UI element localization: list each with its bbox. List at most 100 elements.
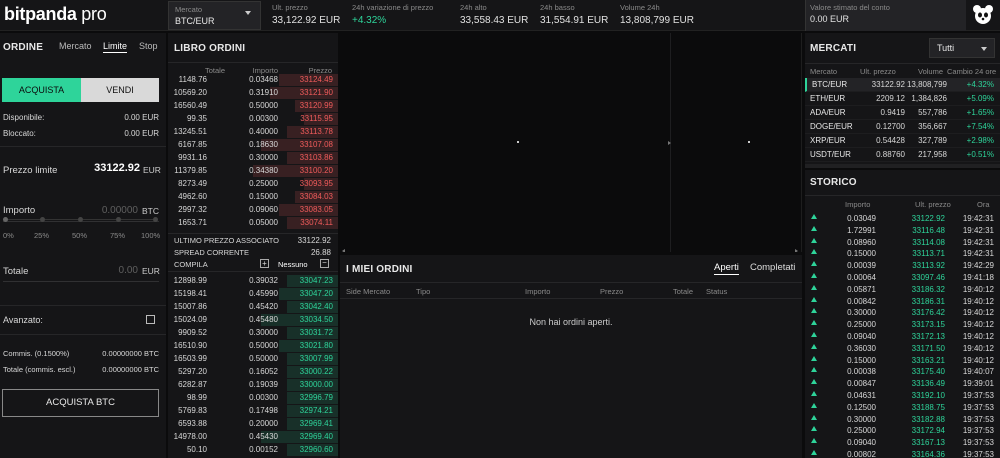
order-book-row[interactable]: 6593.88 0.20000 32969.41 [168, 418, 338, 431]
order-book-row[interactable]: 16510.90 0.50000 33021.80 [168, 340, 338, 353]
ticker-stat-label: Ult. prezzo [272, 3, 308, 12]
history-row[interactable]: 0.00847 33136.49 19:39:01 [805, 378, 1000, 390]
tab-limit[interactable]: Limite [103, 41, 128, 53]
history-row[interactable]: 0.00038 33175.40 19:40:07 [805, 366, 1000, 378]
trade-amount: 0.00847 [847, 379, 876, 389]
brand-logo[interactable]: bitpanda pro [4, 4, 107, 25]
total-unit: EUR [142, 266, 160, 276]
order-book-row[interactable]: 8273.49 0.25000 33093.95 [168, 178, 338, 191]
order-book-row[interactable]: 5297.20 0.16052 33000.22 [168, 366, 338, 379]
order-book-row[interactable]: 5769.83 0.17498 32974.21 [168, 405, 338, 418]
slider-stop-50[interactable] [78, 217, 83, 222]
order-book-row[interactable]: 50.10 0.00152 32960.60 [168, 444, 338, 457]
order-book-row[interactable]: 1653.71 0.05000 33074.11 [168, 217, 338, 230]
market-row[interactable]: USDT/EUR 0.88760 217,958 +0.51% [805, 148, 1000, 162]
market-row[interactable]: XRP/EUR 0.54428 327,789 +2.98% [805, 134, 1000, 148]
history-row[interactable]: 0.15000 33113.71 19:42:31 [805, 248, 1000, 260]
tab-stop[interactable]: Stop [139, 41, 158, 51]
tab-open-orders[interactable]: Aperti [714, 262, 739, 275]
row-price: 32969.41 [299, 419, 333, 428]
history-row[interactable]: 0.00842 33186.31 19:40:12 [805, 296, 1000, 308]
limit-price-input[interactable]: 33122.92 [70, 162, 140, 176]
market-row[interactable]: BTC/EUR 33122.92 13,808,799 +4.32% [805, 78, 1000, 92]
market-row[interactable]: ETH/EUR 2209.12 1,384,826 +5.09% [805, 92, 1000, 106]
history-row[interactable]: 0.00039 33113.92 19:42:29 [805, 260, 1000, 272]
advanced-checkbox[interactable] [146, 315, 155, 324]
history-row[interactable]: 0.25000 33172.94 19:37:53 [805, 425, 1000, 437]
limit-price-unit: EUR [143, 165, 161, 175]
history-row[interactable]: 0.25000 33173.15 19:40:12 [805, 319, 1000, 331]
plus-icon[interactable]: + [260, 259, 269, 268]
market-volume: 557,786 [918, 108, 947, 117]
market-last-price: 0.88760 [876, 150, 905, 159]
history-row[interactable]: 0.30000 33176.42 19:40:12 [805, 307, 1000, 319]
buy-btc-button[interactable]: ACQUISTA BTC [2, 389, 159, 417]
history-row[interactable]: 0.05871 33186.32 19:40:12 [805, 284, 1000, 296]
slider-stop-75[interactable] [116, 217, 121, 222]
order-book-row[interactable]: 10569.20 0.31910 33121.90 [168, 87, 338, 100]
order-book-row[interactable]: 15024.09 0.45480 33034.50 [168, 314, 338, 327]
row-amount: 0.00300 [249, 114, 278, 123]
order-book-row[interactable]: 9909.52 0.30000 33031.72 [168, 327, 338, 340]
market-selector[interactable]: Mercato BTC/EUR [168, 1, 261, 30]
order-book-row[interactable]: 6282.87 0.19039 33000.00 [168, 379, 338, 392]
history-row[interactable]: 1.72991 33116.48 19:42:31 [805, 225, 1000, 237]
blocked-value: 0.00 EUR [124, 129, 159, 138]
order-book-row[interactable]: 4962.60 0.15000 33084.03 [168, 191, 338, 204]
tab-market[interactable]: Mercato [59, 41, 92, 51]
brand-name: bitpanda [4, 4, 77, 24]
minus-icon[interactable]: − [320, 259, 329, 268]
order-book-row[interactable]: 13245.51 0.40000 33113.78 [168, 126, 338, 139]
order-book-row[interactable]: 12898.99 0.39032 33047.23 [168, 275, 338, 288]
order-book-row[interactable]: 16560.49 0.50000 33120.99 [168, 100, 338, 113]
order-book-row[interactable]: 14978.00 0.45430 32969.40 [168, 431, 338, 444]
chevron-right-icon[interactable] [668, 141, 671, 145]
slider-stop-100[interactable] [153, 217, 158, 222]
market-row[interactable]: ADA/EUR 0.9419 557,786 +1.65% [805, 106, 1000, 120]
row-amount: 0.31910 [249, 88, 278, 97]
history-row[interactable]: 0.09040 33167.13 19:37:53 [805, 437, 1000, 449]
history-row[interactable]: 0.15000 33163.21 19:40:12 [805, 355, 1000, 367]
order-book-row[interactable]: 1148.76 0.03468 33124.49 [168, 74, 338, 87]
avatar-panda-icon[interactable] [972, 4, 994, 26]
row-amount: 0.03468 [249, 75, 278, 84]
order-book-row[interactable]: 15007.86 0.45420 33042.40 [168, 301, 338, 314]
row-amount: 0.45480 [249, 315, 278, 324]
history-row[interactable]: 0.30000 33182.88 19:37:53 [805, 414, 1000, 426]
order-book-row[interactable]: 9931.16 0.30000 33103.86 [168, 152, 338, 165]
chevron-right-icon[interactable] [795, 249, 798, 252]
price-chart[interactable] [340, 33, 802, 252]
order-book-row[interactable]: 98.99 0.00300 32996.79 [168, 392, 338, 405]
order-book-row[interactable]: 99.35 0.00300 33115.95 [168, 113, 338, 126]
order-book-row[interactable]: 2997.32 0.09060 33083.05 [168, 204, 338, 217]
history-row[interactable]: 0.04631 33192.10 19:37:53 [805, 390, 1000, 402]
history-row[interactable]: 0.03049 33122.92 19:42:31 [805, 213, 1000, 225]
last-price-value: 33122.92 [297, 236, 331, 245]
slider-handle[interactable] [3, 217, 8, 222]
slider-stop-25[interactable] [40, 217, 45, 222]
trade-amount: 0.15000 [847, 355, 876, 365]
buy-button[interactable]: ACQUISTA [2, 78, 81, 102]
chevron-left-icon[interactable] [342, 249, 345, 252]
order-book-row[interactable]: 15198.41 0.45990 33047.20 [168, 288, 338, 301]
market-row[interactable]: DOGE/EUR 0.12700 356,667 +7.54% [805, 120, 1000, 134]
market-last-price: 0.54428 [876, 136, 905, 145]
row-amount: 0.30000 [249, 153, 278, 162]
col-type: Tipo [416, 287, 431, 296]
ticker-stat-value: 33,558.43 EUR [460, 15, 529, 26]
history-row[interactable]: 0.00802 33164.36 19:37:53 [805, 449, 1000, 458]
tab-completed-orders[interactable]: Completati [750, 262, 795, 273]
order-book-row[interactable]: 6167.85 0.18630 33107.08 [168, 139, 338, 152]
sell-button[interactable]: VENDI [81, 78, 159, 102]
history-row[interactable]: 0.08960 33114.08 19:42:31 [805, 237, 1000, 249]
total-input[interactable]: 0.00 [90, 265, 138, 276]
history-row[interactable]: 0.00064 33097.46 19:41:18 [805, 272, 1000, 284]
order-book-row[interactable]: 16503.99 0.50000 33007.99 [168, 353, 338, 366]
history-row[interactable]: 0.09040 33172.13 19:40:12 [805, 331, 1000, 343]
amount-input[interactable]: 0.00000 [80, 205, 138, 216]
order-book-row[interactable]: 11379.85 0.34380 33100.20 [168, 165, 338, 178]
divider [805, 195, 1000, 196]
history-row[interactable]: 0.12500 33188.75 19:37:53 [805, 402, 1000, 414]
markets-filter-select[interactable]: Tutti [929, 38, 995, 58]
history-row[interactable]: 0.36030 33171.50 19:40:12 [805, 343, 1000, 355]
